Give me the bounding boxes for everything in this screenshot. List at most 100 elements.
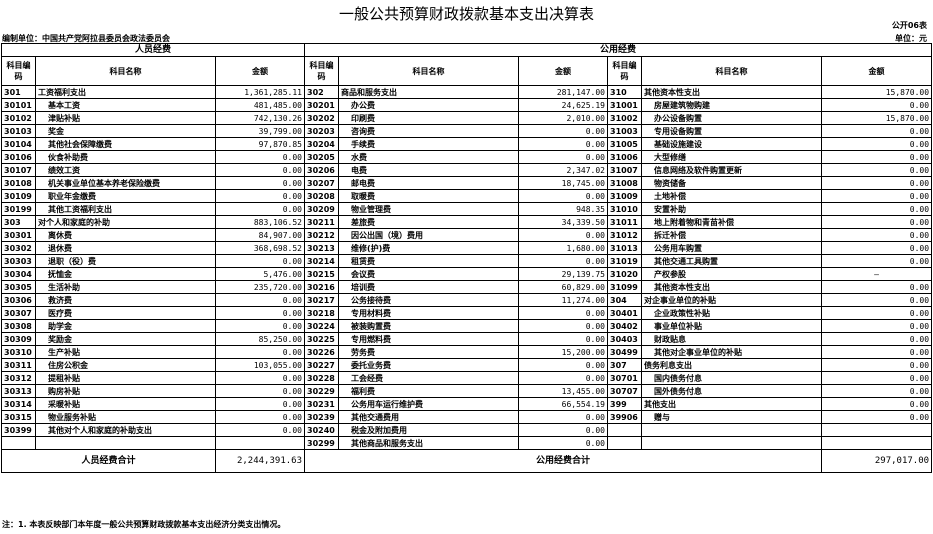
- subject-code-cell: 30203: [304, 124, 339, 138]
- amount-cell: 11,274.00: [518, 293, 608, 307]
- table-row: 30309 奖励金 85,250.00 30225 专用燃料费 0.00 30403 财政贴息…: [1, 332, 933, 346]
- subject-name-cell: 专用材料费: [338, 306, 519, 320]
- amount-cell: 24,625.19: [518, 98, 608, 112]
- amount-cell: 235,720.00: [215, 280, 305, 294]
- header-code: 科目编码: [607, 56, 642, 86]
- amount-cell: 0.00: [820, 189, 933, 203]
- amount-cell: 0.00: [820, 293, 933, 307]
- amount-cell: 368,698.52: [215, 241, 305, 255]
- subject-code-cell: 31010: [607, 202, 642, 216]
- subject-code-cell: 302: [304, 85, 339, 99]
- header-amount: 金额: [820, 56, 933, 86]
- table-row: 30306 救济费 0.00 30217 公务接待费 11,274.00 304 对企事业单位…: [1, 293, 933, 307]
- amount-cell: 0.00: [820, 345, 933, 359]
- subject-name-cell: [641, 423, 822, 437]
- subject-name-cell: 助学金: [35, 319, 216, 333]
- subject-name-cell: 物业服务补贴: [35, 410, 216, 424]
- subject-code-cell: 307: [607, 358, 642, 372]
- amount-cell: 0.00: [820, 150, 933, 164]
- subject-name-cell: 工会经费: [338, 371, 519, 385]
- subject-code-cell: 30206: [304, 163, 339, 177]
- table-row: 30104 其他社会保障缴费 97,870.85 30204 手续费 0.00 31005 基…: [1, 137, 933, 151]
- subject-code-cell: [607, 436, 642, 450]
- subject-code-cell: 30102: [1, 111, 36, 125]
- subject-name-cell: 委托业务费: [338, 358, 519, 372]
- subject-code-cell: 30209: [304, 202, 339, 216]
- subject-code-cell: 30315: [1, 410, 36, 424]
- subject-name-cell: 安置补助: [641, 202, 822, 216]
- subject-code-cell: 30103: [1, 124, 36, 138]
- amount-cell: 60,829.00: [518, 280, 608, 294]
- subject-code-cell: 30307: [1, 306, 36, 320]
- amount-cell: 0.00: [215, 254, 305, 268]
- table-row: 301 工资福利支出 1,361,285.11 302 商品和服务支出 281,147.0…: [1, 85, 933, 99]
- subject-name-cell: [641, 436, 822, 450]
- subject-code-cell: 30227: [304, 358, 339, 372]
- table-row: 30307 医疗费 0.00 30218 专用材料费 0.00 30401 企业政策性补贴 0.…: [1, 306, 933, 320]
- subject-code-cell: 30207: [304, 176, 339, 190]
- table-row: 30103 奖金 39,799.00 30203 咨询费 0.00 31003 专用设备购置 0…: [1, 124, 933, 138]
- table-row: 30106 伙食补助费 0.00 30205 水费 0.00 31006 大型修缮 0.00: [1, 150, 933, 164]
- subject-code-cell: 30101: [1, 98, 36, 112]
- subject-name-cell: 其他商品和服务支出: [338, 436, 519, 450]
- subject-code-cell: 30314: [1, 397, 36, 411]
- subject-code-cell: 30218: [304, 306, 339, 320]
- public-total-label: 公用经费合计: [304, 449, 822, 473]
- amount-cell: 948.35: [518, 202, 608, 216]
- amount-cell: 0.00: [820, 163, 933, 177]
- subject-name-cell: 公务用车购置: [641, 241, 822, 255]
- subject-code-cell: 30313: [1, 384, 36, 398]
- subject-code-cell: 30308: [1, 319, 36, 333]
- amount-cell: 0.00: [518, 228, 608, 242]
- amount-cell: 97,870.85: [215, 137, 305, 151]
- amount-cell: 0.00: [518, 436, 608, 450]
- subject-name-cell: 生活补助: [35, 280, 216, 294]
- subject-name-cell: 基础设施建设: [641, 137, 822, 151]
- table-row: 303 对个人和家庭的补助 883,106.52 30211 差旅费 34,339.50 3…: [1, 215, 933, 229]
- subject-code-cell: 30107: [1, 163, 36, 177]
- table-row: 30299 其他商品和服务支出 0.00: [1, 436, 933, 450]
- amount-cell: 2,347.02: [518, 163, 608, 177]
- form-code: 公开06表: [891, 21, 927, 30]
- amount-cell: 281,147.00: [518, 85, 608, 99]
- subject-code-cell: 30228: [304, 371, 339, 385]
- header-code: 科目编码: [1, 56, 36, 86]
- amount-cell: 0.00: [518, 254, 608, 268]
- subject-name-cell: 企业政策性补贴: [641, 306, 822, 320]
- subject-name-cell: 专用燃料费: [338, 332, 519, 346]
- subject-code-cell: 30215: [304, 267, 339, 281]
- subject-code-cell: 31013: [607, 241, 642, 255]
- subject-name-cell: 采暖补贴: [35, 397, 216, 411]
- amount-cell: 0.00: [215, 202, 305, 216]
- subject-name-cell: 房屋建筑物购建: [641, 98, 822, 112]
- subject-code-cell: 31002: [607, 111, 642, 125]
- subject-code-cell: 399: [607, 397, 642, 411]
- header-code: 科目编码: [304, 56, 339, 86]
- subject-name-cell: 其他对个人和家庭的补助支出: [35, 423, 216, 437]
- subject-name-cell: 信息网络及软件购置更新: [641, 163, 822, 177]
- amount-cell: 0.00: [518, 423, 608, 437]
- subject-name-cell: 机关事业单位基本养老保险缴费: [35, 176, 216, 190]
- amount-cell: 2,010.00: [518, 111, 608, 125]
- subject-code-cell: 30104: [1, 137, 36, 151]
- subject-code-cell: 30707: [607, 384, 642, 398]
- subject-name-cell: 因公出国（境）费用: [338, 228, 519, 242]
- subject-code-cell: 30213: [304, 241, 339, 255]
- subject-name-cell: 土地补偿: [641, 189, 822, 203]
- amount-cell: 0.00: [215, 371, 305, 385]
- subject-name-cell: 其他交通工具购置: [641, 254, 822, 268]
- amount-cell: 0.00: [518, 371, 608, 385]
- amount-cell: 15,870.00: [820, 111, 933, 125]
- subject-name-cell: 办公设备购置: [641, 111, 822, 125]
- subject-code-cell: 30299: [304, 436, 339, 450]
- subject-code-cell: 30212: [304, 228, 339, 242]
- subject-code-cell: 31019: [607, 254, 642, 268]
- subject-name-cell: 其他交通费用: [338, 410, 519, 424]
- amount-cell: 0.00: [820, 98, 933, 112]
- subject-code-cell: 30304: [1, 267, 36, 281]
- amount-cell: 0.00: [518, 358, 608, 372]
- subject-code-cell: 30403: [607, 332, 642, 346]
- table-row: 30303 退职（役）费 0.00 30214 租赁费 0.00 31019 其他交通工具购置…: [1, 254, 933, 268]
- table-row: 30314 采暖补贴 0.00 30231 公务用车运行维护费 66,554.19 399 其…: [1, 397, 933, 411]
- subject-name-cell: 办公费: [338, 98, 519, 112]
